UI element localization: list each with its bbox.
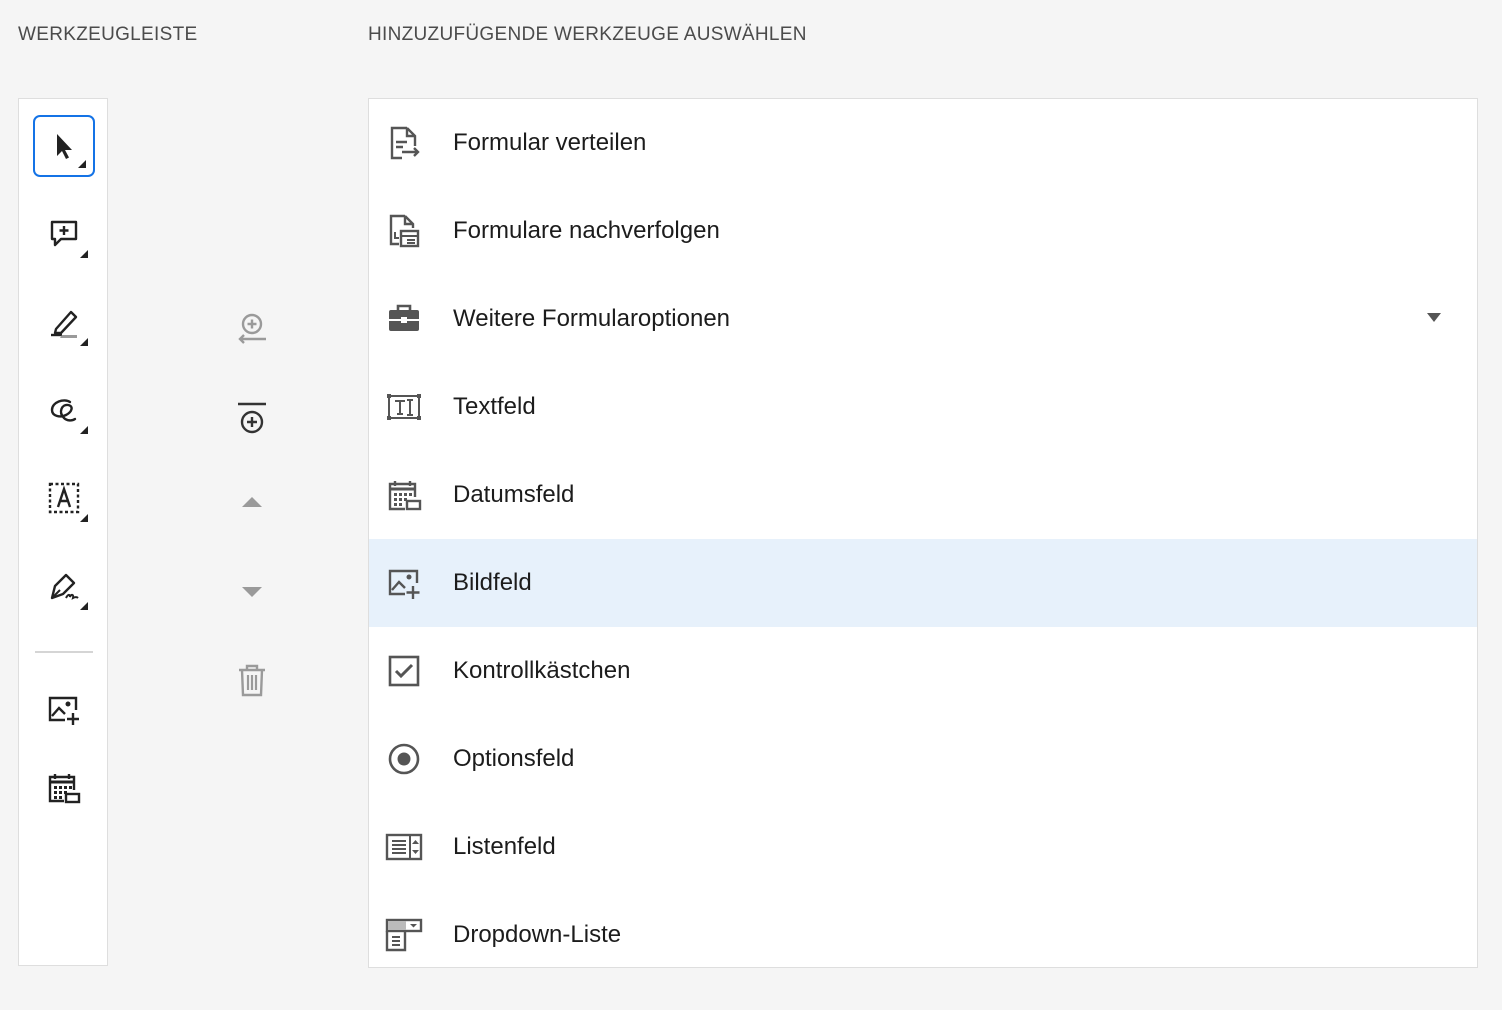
toolbar-tool-comment[interactable]	[33, 203, 95, 265]
move-down-icon	[242, 587, 262, 597]
toolbar-tool-sign[interactable]	[33, 555, 95, 617]
add-separator-icon	[238, 402, 266, 434]
toolbar-tool-draw[interactable]	[33, 379, 95, 441]
toolbar-tool-highlight[interactable]	[33, 291, 95, 353]
add-separator-button[interactable]	[216, 390, 288, 446]
tool-list-label: Listenfeld	[453, 833, 556, 860]
image-field-icon	[48, 696, 79, 725]
highlight-pen-icon	[51, 310, 78, 338]
tool-list-item[interactable]: Dropdown-Liste	[369, 891, 1477, 967]
track-forms-icon	[389, 214, 420, 248]
tool-list: Formular verteilen Formulare nachverfolg…	[368, 98, 1478, 968]
chevron-down-icon[interactable]	[1427, 313, 1441, 322]
date-field-icon	[388, 481, 422, 511]
image-field-icon	[388, 569, 420, 599]
add-comment-icon	[50, 220, 78, 247]
tool-list-label: Formulare nachverfolgen	[453, 217, 720, 244]
toolbar-divider	[35, 651, 93, 653]
tool-list-item[interactable]: Listenfeld	[369, 803, 1477, 891]
tool-list-label: Dropdown-Liste	[453, 921, 622, 948]
select-tools-section-title: HINZUZUFÜGENDE WERKZEUGE AUSWÄHLEN	[368, 24, 807, 45]
toolbar-tool-date-field[interactable]	[33, 757, 95, 819]
signature-pen-icon	[50, 573, 79, 600]
tool-list-label: Bildfeld	[453, 569, 532, 596]
checkbox-icon	[388, 655, 420, 687]
tool-list-item[interactable]: Weitere Formularoptionen	[369, 275, 1477, 363]
tool-list-item[interactable]: Formular verteilen	[369, 99, 1477, 187]
add-to-toolbar-button[interactable]	[216, 300, 288, 356]
toolbar-panel	[18, 98, 108, 966]
tool-list-label: Formular verteilen	[453, 129, 647, 156]
date-field-icon	[48, 774, 81, 804]
lasso-draw-icon	[50, 399, 77, 422]
tool-list-label: Kontrollkästchen	[453, 657, 631, 684]
tool-list-label: Datumsfeld	[453, 481, 575, 508]
tool-list-label: Weitere Formularoptionen	[453, 305, 731, 332]
tool-list-item[interactable]: Formulare nachverfolgen	[369, 187, 1477, 275]
move-up-button[interactable]	[216, 474, 288, 530]
delete-icon	[239, 664, 265, 697]
tool-list-label: Textfeld	[453, 393, 536, 420]
toolbar-section-title: WERKZEUGLEISTE	[18, 24, 198, 45]
dropdown-list-icon	[385, 918, 423, 952]
toolbar-tool-select[interactable]	[33, 115, 95, 177]
add-to-toolbar-icon	[238, 313, 266, 344]
select-cursor-icon	[57, 134, 72, 159]
text-field-icon	[387, 394, 421, 420]
tool-list-label: Optionsfeld	[453, 745, 575, 772]
tool-list-item[interactable]: Textfeld	[369, 363, 1477, 451]
distribute-form-icon	[390, 126, 420, 160]
tool-list-item[interactable]: Kontrollkästchen	[369, 627, 1477, 715]
move-down-button[interactable]	[216, 564, 288, 620]
toolbar-tool-textbox[interactable]	[33, 467, 95, 529]
delete-button[interactable]	[216, 652, 288, 708]
toolbar-tool-image-field[interactable]	[33, 679, 95, 741]
list-box-icon	[385, 833, 423, 861]
move-up-icon	[242, 497, 262, 507]
radio-button-icon	[388, 743, 420, 775]
tool-list-item[interactable]: Optionsfeld	[369, 715, 1477, 803]
briefcase-icon	[389, 304, 419, 331]
toolbar-actions	[216, 300, 288, 720]
tool-list-item-selected[interactable]: Bildfeld	[369, 539, 1477, 627]
text-box-icon	[48, 482, 80, 514]
tool-list-item[interactable]: Datumsfeld	[369, 451, 1477, 539]
